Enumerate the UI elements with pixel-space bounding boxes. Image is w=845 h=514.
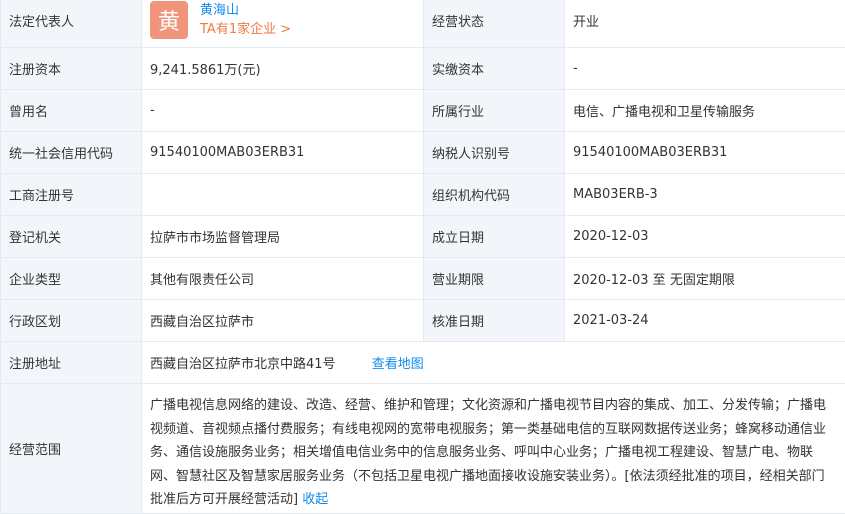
status-value: 开业 [565,0,845,48]
credit-code-value: 91540100MAB03ERB31 [142,132,424,174]
region-value: 西藏自治区拉萨市 [142,300,424,342]
table-row: 统一社会信用代码 91540100MAB03ERB31 纳税人识别号 91540… [1,132,845,174]
table-row: 注册地址 西藏自治区拉萨市北京中路41号 查看地图 [1,342,845,384]
paid-capital-label: 实缴资本 [424,48,565,90]
scope-value: 广播电视信息网络的建设、改造、经营、维护和管理；文化资源和广播电视节目内容的集成… [150,398,826,507]
address-value: 西藏自治区拉萨市北京中路41号 [150,357,336,372]
company-type-value: 其他有限责任公司 [142,258,424,300]
reg-number-value [142,174,424,216]
term-value: 2020-12-03 至 无固定期限 [565,258,845,300]
table-row: 企业类型 其他有限责任公司 营业期限 2020-12-03 至 无固定期限 [1,258,845,300]
table-row: 经营范围 广播电视信息网络的建设、改造、经营、维护和管理；文化资源和广播电视节目… [1,384,845,514]
authority-value: 拉萨市市场监督管理局 [142,216,424,258]
credit-code-label: 统一社会信用代码 [1,132,142,174]
table-row: 注册资本 9,241.5861万(元) 实缴资本 - [1,48,845,90]
legal-rep: 黄 黄海山 TA有1家企业 > [150,1,423,39]
established-label: 成立日期 [424,216,565,258]
approved-value: 2021-03-24 [565,300,845,342]
table-row: 登记机关 拉萨市市场监督管理局 成立日期 2020-12-03 [1,216,845,258]
reg-number-label: 工商注册号 [1,174,142,216]
industry-label: 所属行业 [424,90,565,132]
reg-capital-value: 9,241.5861万(元) [142,48,424,90]
scope-cell: 广播电视信息网络的建设、改造、经营、维护和管理；文化资源和广播电视节目内容的集成… [142,384,845,514]
legal-rep-name-link[interactable]: 黄海山 [200,1,291,20]
scope-label: 经营范围 [1,384,142,514]
avatar[interactable]: 黄 [150,1,188,39]
table-row: 法定代表人 黄 黄海山 TA有1家企业 > 经营状态 开业 [1,0,845,48]
term-label: 营业期限 [424,258,565,300]
legal-rep-label: 法定代表人 [1,0,142,48]
table-row: 行政区划 西藏自治区拉萨市 核准日期 2021-03-24 [1,300,845,342]
authority-label: 登记机关 [1,216,142,258]
status-label: 经营状态 [424,0,565,48]
legal-rep-cell: 黄 黄海山 TA有1家企业 > [142,0,424,48]
company-type-label: 企业类型 [1,258,142,300]
view-map-link[interactable]: 查看地图 [372,357,424,372]
address-cell: 西藏自治区拉萨市北京中路41号 查看地图 [142,342,845,384]
table-row: 工商注册号 组织机构代码 MAB03ERB-3 [1,174,845,216]
collapse-link[interactable]: 收起 [302,492,328,507]
reg-capital-label: 注册资本 [1,48,142,90]
address-label: 注册地址 [1,342,142,384]
region-label: 行政区划 [1,300,142,342]
approved-label: 核准日期 [424,300,565,342]
former-name-label: 曾用名 [1,90,142,132]
former-name-value: - [142,90,424,132]
org-code-label: 组织机构代码 [424,174,565,216]
taxpayer-id-label: 纳税人识别号 [424,132,565,174]
business-info-table: 法定代表人 黄 黄海山 TA有1家企业 > 经营状态 开业 注册资本 9,241… [0,0,845,514]
industry-value: 电信、广播电视和卫星传输服务 [565,90,845,132]
taxpayer-id-value: 91540100MAB03ERB31 [565,132,845,174]
org-code-value: MAB03ERB-3 [565,174,845,216]
table-row: 曾用名 - 所属行业 电信、广播电视和卫星传输服务 [1,90,845,132]
established-value: 2020-12-03 [565,216,845,258]
paid-capital-value: - [565,48,845,90]
related-companies-link[interactable]: TA有1家企业 > [200,20,291,39]
